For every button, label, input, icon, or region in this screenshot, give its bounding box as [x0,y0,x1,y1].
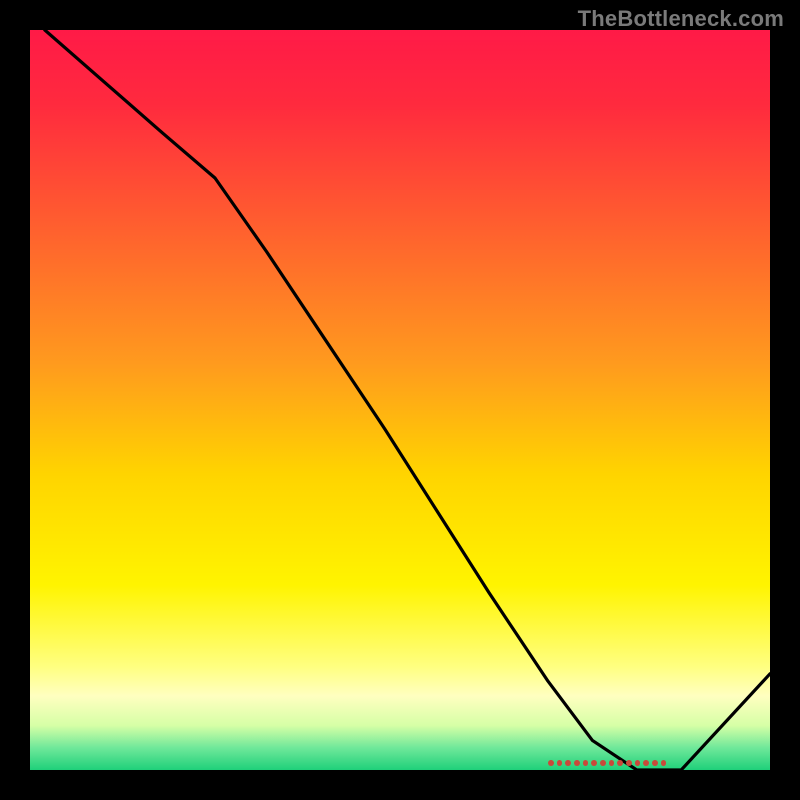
marker-dot [635,760,641,766]
marker-dot [583,760,589,766]
marker-dot [652,760,658,766]
bottleneck-curve [30,30,770,770]
marker-dot [548,760,554,766]
marker-dot [600,760,606,766]
marker-dot [661,760,667,766]
marker-dot [557,760,563,766]
marker-dot [626,760,632,766]
plot-area [30,30,770,770]
marker-dot [574,760,580,766]
chart-frame: TheBottleneck.com [0,0,800,800]
marker-dot [565,760,571,766]
marker-dot [643,760,649,766]
watermark-text: TheBottleneck.com [578,6,784,32]
marker-dot [591,760,597,766]
optimal-range-marker [548,759,666,767]
marker-dot [617,760,623,766]
marker-dot [609,760,615,766]
